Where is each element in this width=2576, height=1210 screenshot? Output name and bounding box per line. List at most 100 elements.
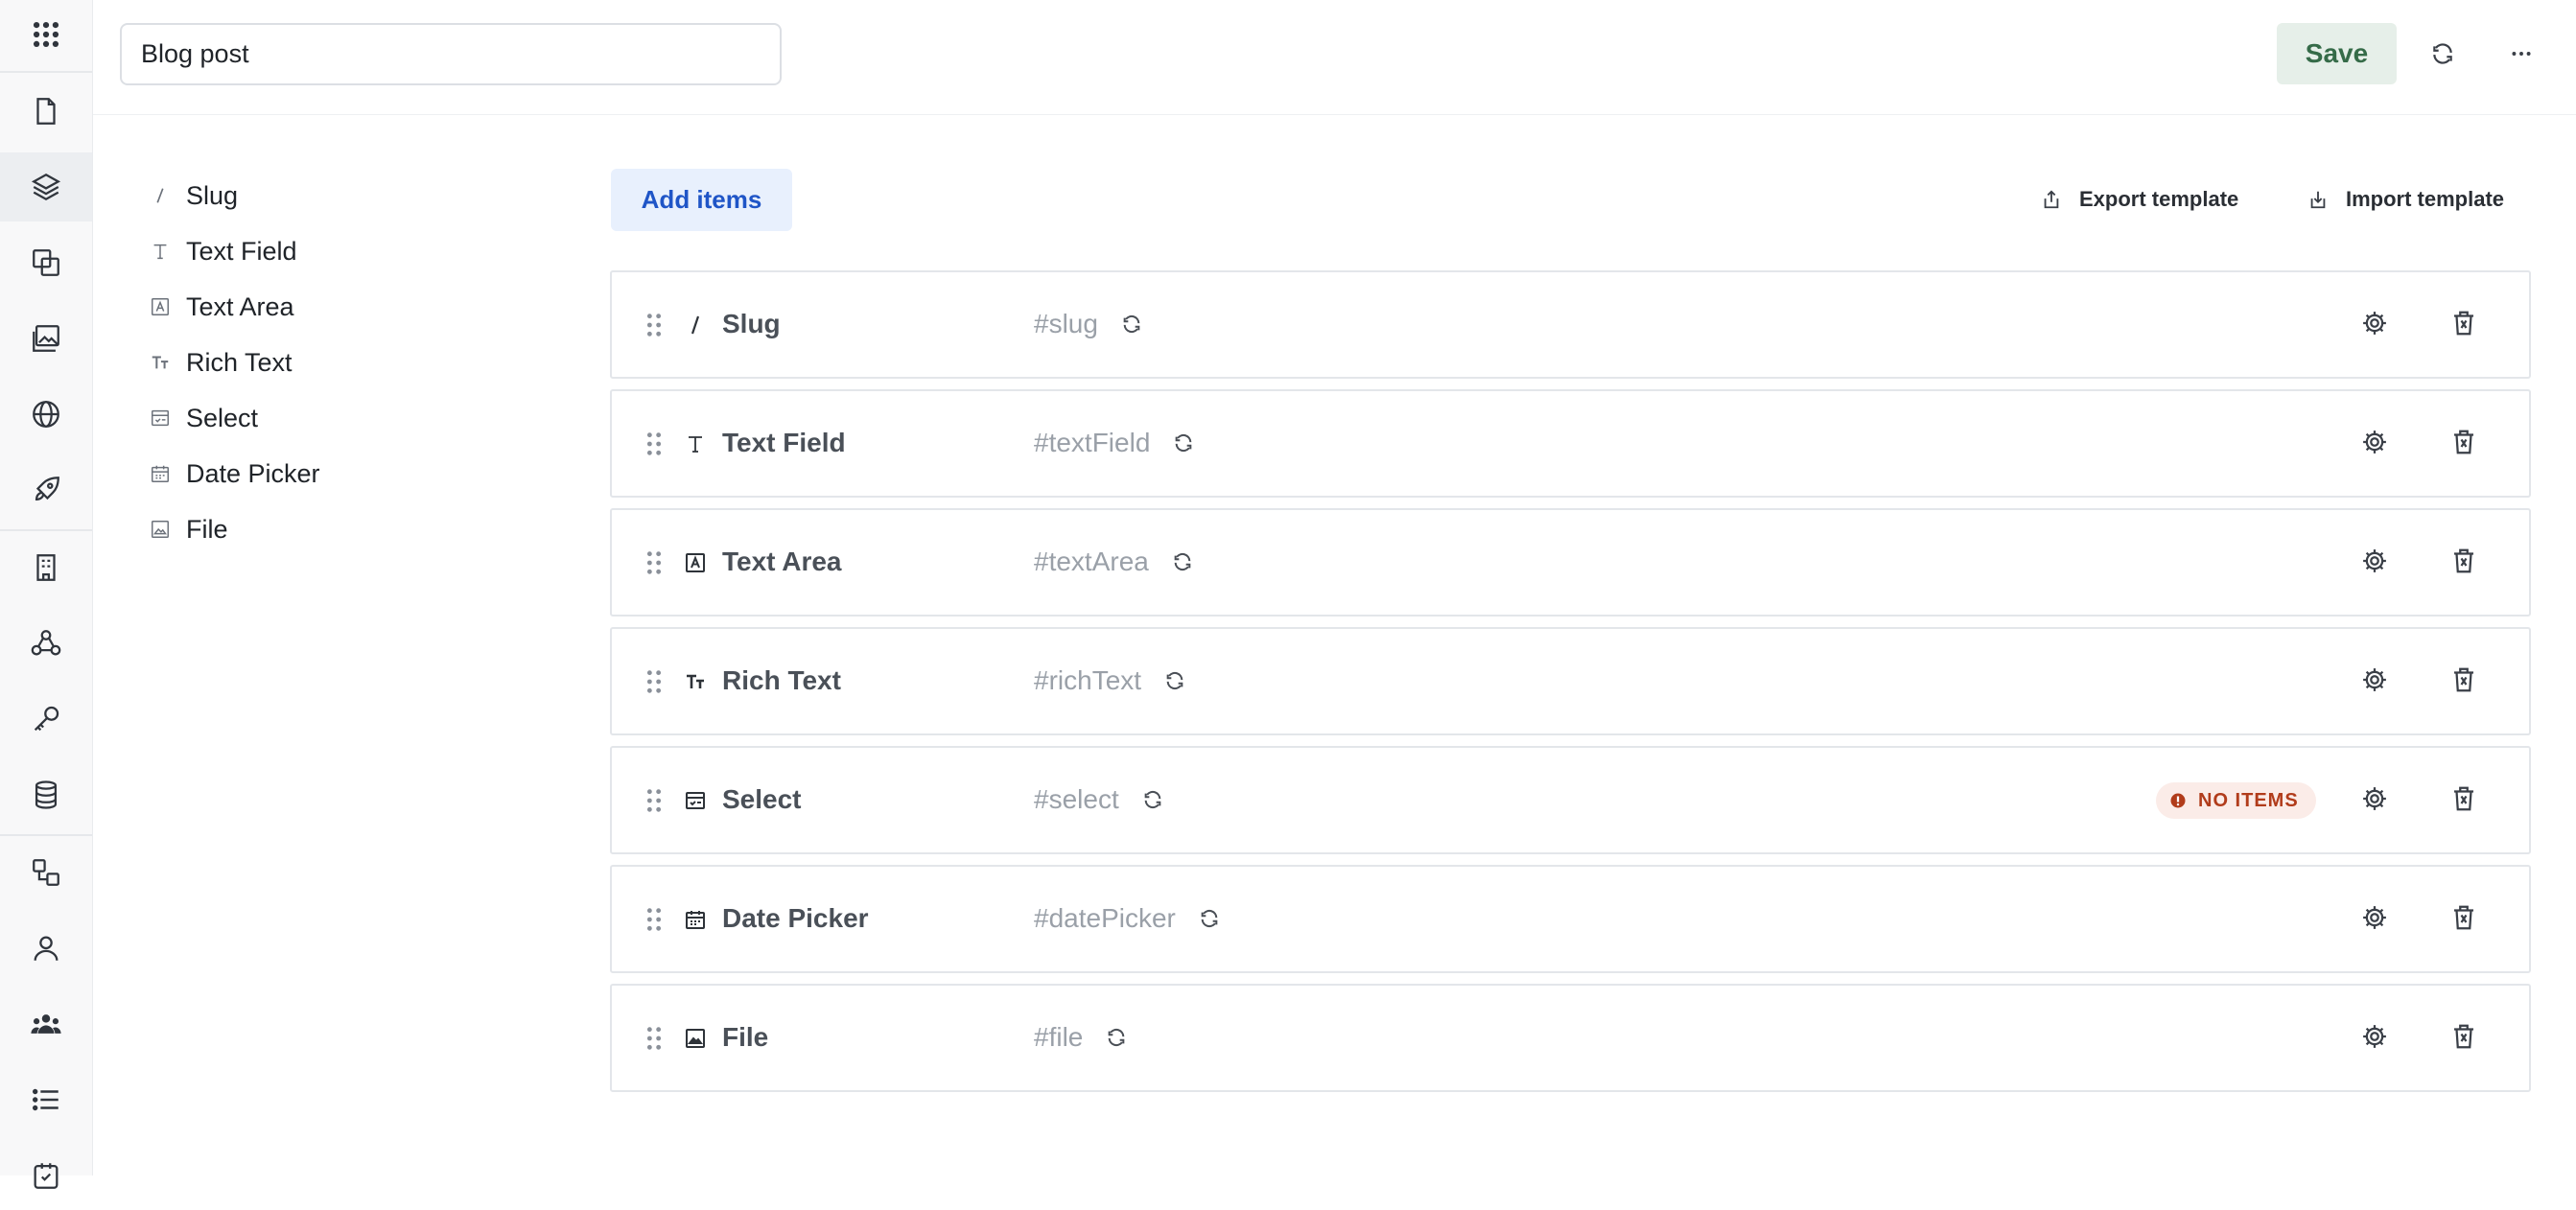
- slash-icon: [144, 179, 176, 212]
- trash-icon[interactable]: [2449, 903, 2478, 932]
- field-api-id-text: #slug: [1034, 309, 1098, 338]
- drag-handle-icon[interactable]: [644, 550, 664, 575]
- refresh-icon[interactable]: [1199, 908, 1220, 929]
- more-horizontal-icon[interactable]: [2496, 29, 2546, 79]
- gear-icon[interactable]: [2360, 309, 2389, 337]
- refresh-icon[interactable]: [1164, 670, 1185, 691]
- trash-icon[interactable]: [2449, 1022, 2478, 1051]
- webhook-icon[interactable]: [0, 609, 92, 678]
- drag-handle-icon[interactable]: [644, 313, 664, 337]
- badge-icon[interactable]: [0, 1141, 92, 1210]
- drag-handle-icon[interactable]: [644, 907, 664, 932]
- field-row: Text Area #textArea: [610, 508, 2531, 617]
- gear-icon[interactable]: [2360, 784, 2389, 813]
- field-name: Text Field: [722, 428, 846, 457]
- gear-icon[interactable]: [2360, 903, 2389, 932]
- field-type-date-picker[interactable]: Date Picker: [144, 446, 527, 501]
- export-template-button[interactable]: Export template: [2041, 178, 2238, 221]
- save-button[interactable]: Save: [2277, 23, 2397, 84]
- drag-handle-icon[interactable]: [644, 788, 664, 813]
- field-api-id-text: #richText: [1034, 665, 1142, 695]
- field-api-id-text: #file: [1034, 1022, 1084, 1052]
- user-icon[interactable]: [0, 914, 92, 983]
- import-template-label: Import template: [2346, 187, 2505, 211]
- model-name-input[interactable]: [120, 23, 782, 85]
- image-icon: [144, 513, 176, 546]
- drag-handle-icon[interactable]: [644, 1026, 664, 1051]
- rail-divider: [0, 71, 92, 73]
- key-icon[interactable]: [0, 685, 92, 754]
- calendar-icon: [681, 905, 710, 934]
- refresh-icon[interactable]: [1173, 432, 1194, 454]
- field-api-id: #textField: [1034, 428, 1194, 458]
- field-type-text-area[interactable]: Text Area: [144, 279, 527, 335]
- building-icon[interactable]: [0, 533, 92, 602]
- gear-icon[interactable]: [2360, 665, 2389, 694]
- globe-icon[interactable]: [0, 380, 92, 449]
- model-fields-list: Slug #slug Text Field #textField Text Ar…: [610, 270, 2531, 1103]
- field-api-id-text: #textArea: [1034, 547, 1149, 576]
- components-icon[interactable]: [0, 228, 92, 297]
- text-area-icon: [681, 548, 710, 577]
- rocket-icon[interactable]: [0, 455, 92, 524]
- trash-icon[interactable]: [2449, 547, 2478, 575]
- refresh-icon[interactable]: [1142, 789, 1163, 810]
- team-icon[interactable]: [0, 989, 92, 1059]
- gear-icon[interactable]: [2360, 547, 2389, 575]
- rich-text-icon: [144, 346, 176, 379]
- field-row: Text Field #textField: [610, 389, 2531, 498]
- top-header: Save: [93, 0, 2576, 115]
- gear-icon[interactable]: [2360, 428, 2389, 456]
- document-icon[interactable]: [0, 77, 92, 146]
- workflow-icon[interactable]: [0, 838, 92, 907]
- field-type-label: Select: [186, 403, 259, 432]
- drag-handle-icon[interactable]: [644, 669, 664, 694]
- field-type-file[interactable]: File: [144, 501, 527, 557]
- slash-icon: [681, 311, 710, 339]
- field-row: Date Picker #datePicker: [610, 865, 2531, 973]
- status-badge-text: NO ITEMS: [2198, 789, 2299, 811]
- drag-handle-icon[interactable]: [644, 431, 664, 456]
- field-type-label: File: [186, 514, 228, 544]
- field-type-label: Text Field: [186, 236, 297, 266]
- refresh-icon[interactable]: [1121, 314, 1142, 335]
- apps-grid-icon[interactable]: [0, 0, 92, 69]
- field-api-id: #file: [1034, 1022, 1127, 1053]
- field-type-slug[interactable]: Slug: [144, 168, 527, 223]
- field-type-rich-text[interactable]: Rich Text: [144, 335, 527, 390]
- export-icon: [2044, 190, 2059, 209]
- gear-icon[interactable]: [2360, 1022, 2389, 1051]
- calendar-icon: [144, 457, 176, 490]
- import-template-button[interactable]: Import template: [2307, 178, 2504, 221]
- status-badge: NO ITEMS: [2156, 782, 2316, 819]
- field-type-label: Date Picker: [186, 458, 320, 488]
- layers-icon[interactable]: [0, 152, 92, 221]
- trash-icon[interactable]: [2449, 428, 2478, 456]
- field-api-id: #slug: [1034, 309, 1142, 339]
- left-navigation-rail: [0, 0, 93, 1189]
- field-type-select[interactable]: Select: [144, 390, 527, 446]
- trash-icon[interactable]: [2449, 784, 2478, 813]
- list-icon[interactable]: [0, 1065, 92, 1134]
- rail-divider: [0, 834, 92, 836]
- field-type-list: Slug Text Field Text Area Rich Text Sele…: [144, 168, 527, 557]
- field-api-id-text: #select: [1034, 784, 1119, 814]
- refresh-icon[interactable]: [1172, 551, 1193, 572]
- field-row: Select #select NO ITEMS: [610, 746, 2531, 854]
- trash-icon[interactable]: [2449, 309, 2478, 337]
- media-gallery-icon[interactable]: [0, 304, 92, 373]
- text-t-icon: [144, 235, 176, 268]
- field-row: Slug #slug: [610, 270, 2531, 379]
- alert-icon: [2170, 793, 2186, 808]
- rail-divider: [0, 529, 92, 531]
- trash-icon[interactable]: [2449, 665, 2478, 694]
- add-items-button[interactable]: Add items: [611, 169, 792, 231]
- field-api-id: #datePicker: [1034, 903, 1220, 934]
- field-type-text-field[interactable]: Text Field: [144, 223, 527, 279]
- refresh-icon[interactable]: [2418, 29, 2468, 79]
- field-api-id: #richText: [1034, 665, 1185, 696]
- database-icon[interactable]: [0, 760, 92, 829]
- text-t-icon: [681, 430, 710, 458]
- field-name: Rich Text: [722, 665, 841, 695]
- refresh-icon[interactable]: [1106, 1027, 1127, 1048]
